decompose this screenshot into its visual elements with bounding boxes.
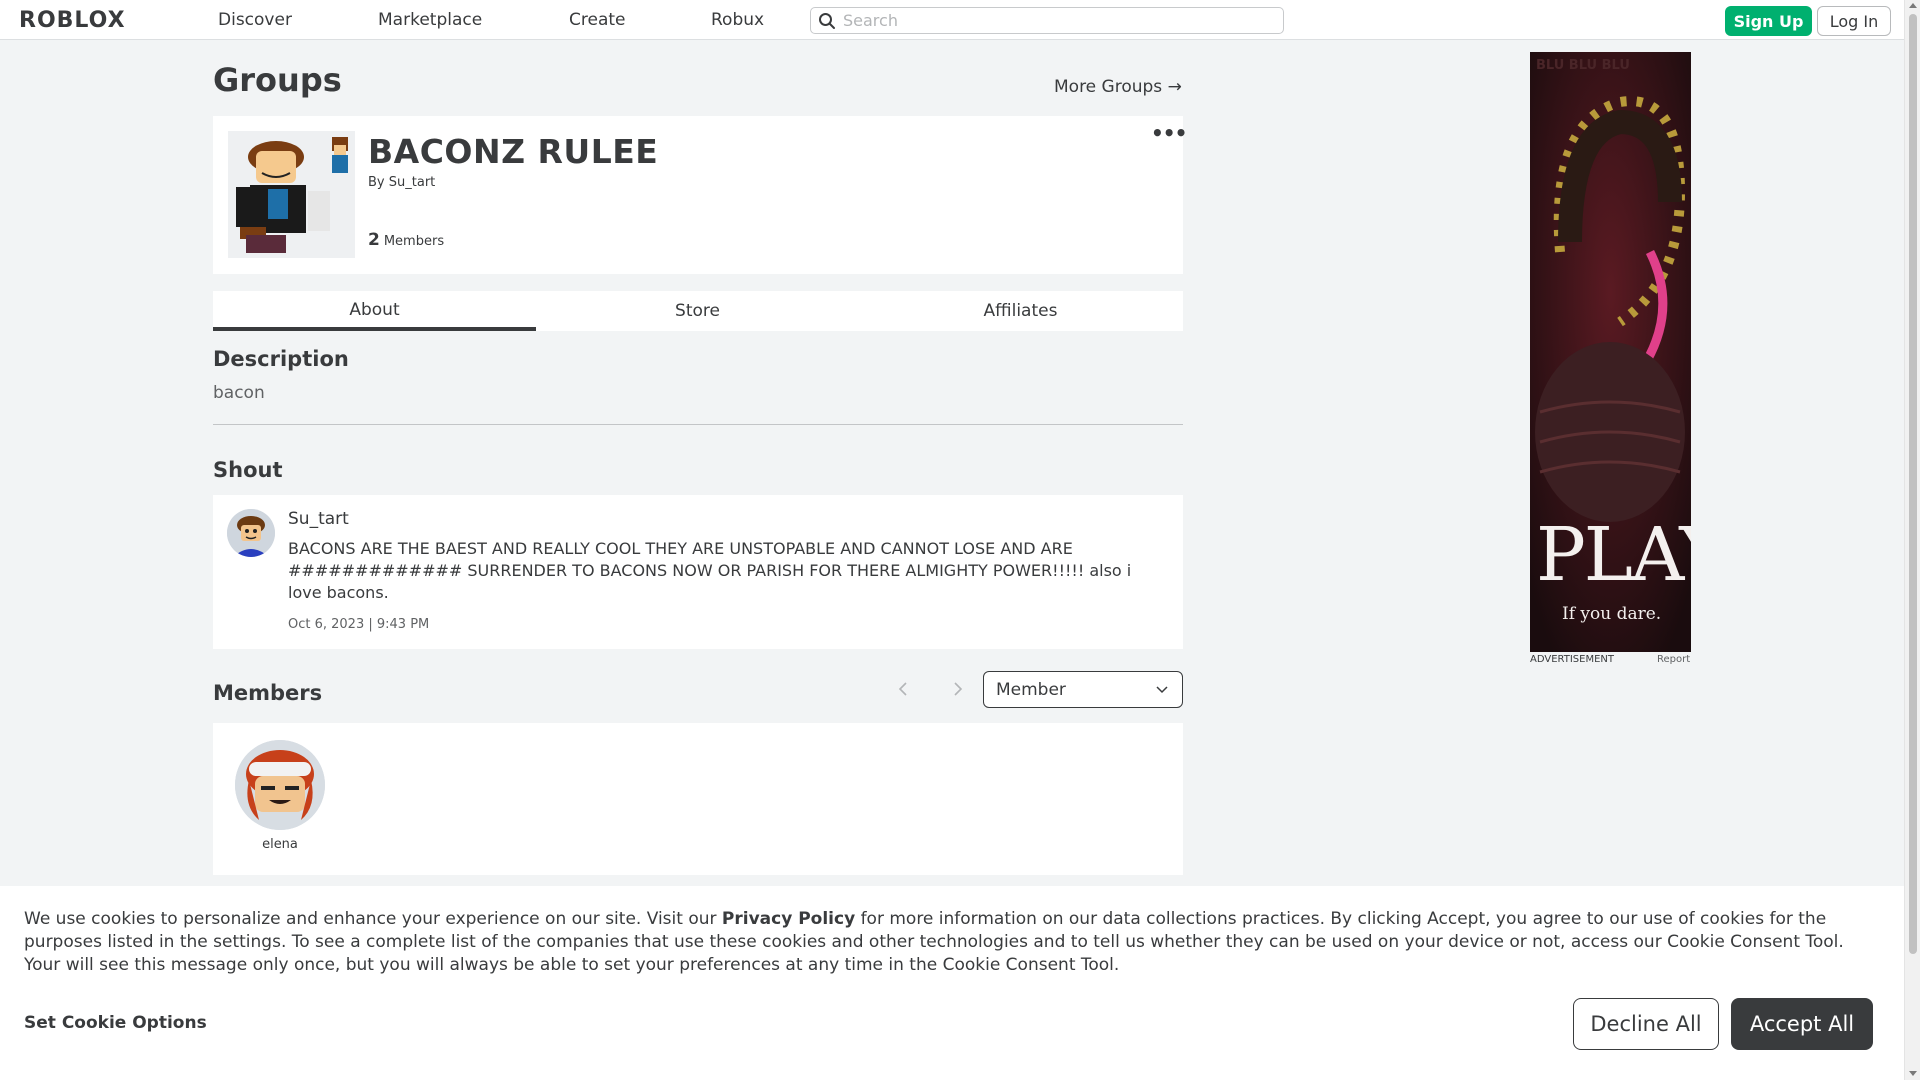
- nav-create[interactable]: Create: [569, 10, 626, 30]
- member-count-value: 2: [368, 230, 380, 250]
- group-tabs: About Store Affiliates: [213, 291, 1183, 331]
- tab-about[interactable]: About: [213, 291, 536, 331]
- shout-timestamp: Oct 6, 2023 | 9:43 PM: [288, 617, 430, 632]
- shout-body: BACONS ARE THE BAEST AND REALLY COOL THE…: [288, 539, 1132, 602]
- role-dropdown-value: Member: [996, 680, 1066, 700]
- top-nav: ROBLOX Discover Marketplace Create Robux…: [0, 0, 1904, 40]
- page-scrollbar[interactable]: [1904, 0, 1920, 1080]
- advertisement-banner[interactable]: BLU BLU BLU PLAY If you dare.: [1530, 52, 1691, 652]
- cookie-message: We use cookies to personalize and enhanc…: [24, 908, 1884, 977]
- group-emblem: [228, 131, 355, 258]
- member-name[interactable]: elena: [235, 837, 325, 852]
- group-name: BACONZ RULEE: [368, 132, 659, 171]
- tab-store[interactable]: Store: [536, 291, 859, 331]
- more-groups-label: More Groups: [1054, 77, 1163, 97]
- roblox-logo[interactable]: ROBLOX: [19, 8, 126, 33]
- chevron-down-icon: [1156, 686, 1168, 694]
- scroll-up-icon[interactable]: [1909, 3, 1917, 8]
- group-owner-line: By Su_tart: [368, 175, 435, 190]
- decline-all-button[interactable]: Decline All: [1573, 998, 1719, 1050]
- divider: [213, 424, 1183, 425]
- member-avatar-image: [235, 740, 325, 830]
- role-dropdown[interactable]: Member: [983, 671, 1183, 708]
- shout-card: Su_tart BACONS ARE THE BAEST AND REALLY …: [213, 495, 1183, 649]
- chevron-right-icon[interactable]: [945, 677, 969, 701]
- avatar[interactable]: [235, 740, 325, 830]
- nav-marketplace[interactable]: Marketplace: [378, 10, 482, 30]
- group-header-card: BACONZ RULEE By Su_tart 2 Members •••: [213, 116, 1187, 274]
- more-options-icon[interactable]: •••: [1151, 123, 1187, 143]
- avatar[interactable]: [227, 509, 275, 557]
- more-groups-link[interactable]: More Groups →: [1054, 77, 1182, 97]
- cookie-text-before: We use cookies to personalize and enhanc…: [24, 909, 722, 929]
- member-count-label: Members: [383, 234, 445, 249]
- shout-author-link[interactable]: Su_tart: [288, 509, 349, 529]
- ad-report-link[interactable]: Report: [1657, 654, 1690, 665]
- search-icon: [819, 13, 835, 29]
- members-list: elena: [213, 723, 1183, 875]
- privacy-policy-link[interactable]: Privacy Policy: [722, 909, 855, 929]
- cookie-banner: We use cookies to personalize and enhanc…: [0, 886, 1904, 1080]
- ad-tagline: If you dare.: [1562, 604, 1662, 624]
- set-cookie-options-link[interactable]: Set Cookie Options: [24, 1013, 207, 1033]
- page-title: Groups: [213, 61, 342, 99]
- scroll-down-icon[interactable]: [1909, 1071, 1917, 1076]
- chevron-left-icon[interactable]: [892, 677, 916, 701]
- search-box[interactable]: [810, 7, 1284, 34]
- shout-avatar-image: [227, 509, 275, 557]
- group-owner-link[interactable]: Su_tart: [389, 175, 436, 190]
- log-in-button[interactable]: Log In: [1817, 6, 1891, 36]
- tab-affiliates[interactable]: Affiliates: [859, 291, 1182, 331]
- advertisement-label: ADVERTISEMENT: [1530, 654, 1615, 665]
- group-emblem-image: [228, 131, 355, 258]
- sign-up-button[interactable]: Sign Up: [1725, 6, 1812, 36]
- ad-watermark: BLU BLU BLU: [1536, 58, 1630, 73]
- ad-headline: PLAY: [1536, 512, 1691, 598]
- by-label: By: [368, 175, 385, 190]
- shout-heading: Shout: [213, 458, 283, 482]
- nav-discover[interactable]: Discover: [218, 10, 292, 30]
- arrow-right-icon: →: [1167, 77, 1182, 97]
- description-text: bacon: [213, 383, 265, 403]
- members-heading: Members: [213, 681, 323, 705]
- group-member-count: 2 Members: [368, 230, 444, 250]
- nav-robux[interactable]: Robux: [711, 10, 764, 30]
- accept-all-button[interactable]: Accept All: [1731, 998, 1873, 1050]
- description-heading: Description: [213, 347, 349, 371]
- scroll-thumb[interactable]: [1909, 14, 1917, 954]
- search-input[interactable]: [843, 10, 1273, 31]
